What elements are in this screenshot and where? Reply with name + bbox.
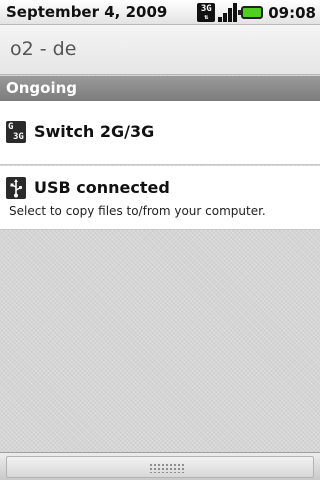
section-title: Ongoing bbox=[6, 79, 78, 97]
data-activity-arrows: ⇅ bbox=[204, 12, 209, 21]
battery-icon bbox=[238, 6, 264, 19]
notification-text: Select to copy files to/from your comput… bbox=[9, 204, 266, 218]
status-time: 09:08 bbox=[268, 3, 316, 22]
carrier-row: o2 - de bbox=[0, 25, 320, 75]
notification-title: Switch 2G/3G bbox=[34, 122, 155, 141]
notification-switch-2g3g[interactable]: G 3G Switch 2G/3G bbox=[0, 101, 320, 165]
notification-panel-handle[interactable] bbox=[0, 452, 320, 480]
3g-data-icon: 3G ⇅ bbox=[197, 3, 216, 22]
carrier-name: o2 - de bbox=[10, 38, 77, 60]
notification-usb-connected[interactable]: USB connected Select to copy files to/fr… bbox=[0, 166, 320, 230]
section-header-ongoing: Ongoing bbox=[0, 76, 320, 101]
handle-track bbox=[6, 456, 314, 478]
status-bar: September 4, 2009 3G ⇅ 09:08 bbox=[0, 0, 320, 25]
status-icons: 3G ⇅ 09:08 bbox=[197, 2, 316, 23]
notification-title: USB connected bbox=[34, 178, 170, 197]
status-date: September 4, 2009 bbox=[6, 3, 168, 21]
usb-icon bbox=[6, 177, 26, 199]
signal-strength-icon bbox=[218, 3, 238, 22]
switch-2g3g-icon: G 3G bbox=[6, 121, 26, 143]
grip-icon bbox=[149, 463, 185, 473]
